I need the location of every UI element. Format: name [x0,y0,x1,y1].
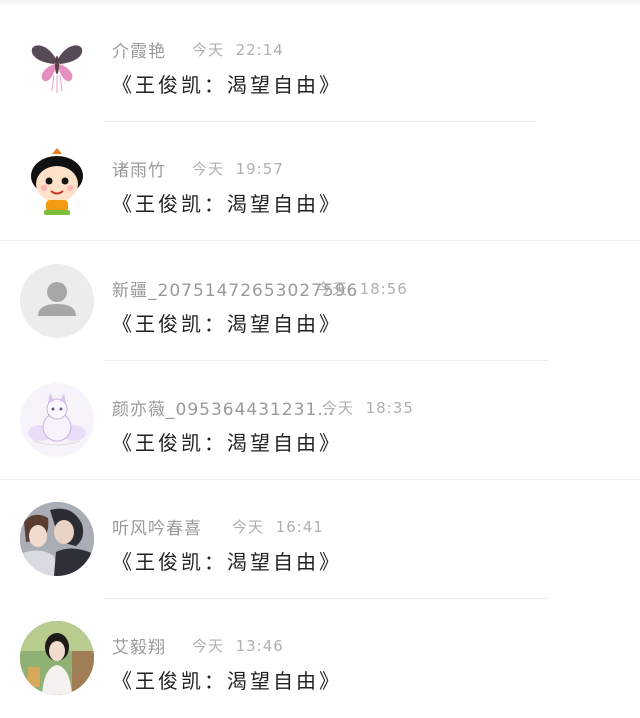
username[interactable]: 听风吟春喜 [112,514,202,539]
comment-text: 《王俊凯：渴望自由》 [112,312,342,336]
username[interactable]: 艾毅翔 [112,633,166,658]
photo-girl-avatar-icon[interactable] [20,621,94,695]
username[interactable]: 介霞艳 [112,37,166,62]
anime-couple-avatar-icon[interactable] [20,502,94,576]
time-label: 16:41 [275,518,324,536]
comment-text: 《王俊凯：渴望自由》 [112,431,342,455]
comment-item[interactable]: 新疆_20751472653027596 今天 18:56 《王俊凯：渴望自由》 [0,242,640,361]
date-label: 今天 [192,41,225,59]
comment-item[interactable]: 诸雨竹 今天 19:57 《王俊凯：渴望自由》 [0,122,640,241]
date-label: 今天 [192,637,225,655]
comment-item[interactable]: 听风吟春喜 今天 16:41 《王俊凯：渴望自由》 [0,480,640,599]
comment-item[interactable]: 颜亦薇_095364431231… 今天 18:35 《王俊凯：渴望自由》 [0,361,640,480]
comment-list: 介霞艳 今天 22:14 《王俊凯：渴望自由》 诸雨竹 今天 19:57 《王俊… [0,0,640,718]
username[interactable]: 颜亦薇_095364431231… [112,395,335,420]
date-label: 今天 [316,280,349,298]
comment-text: 《王俊凯：渴望自由》 [112,669,342,693]
timestamp: 今天 22:14 [192,39,284,60]
timestamp: 今天 16:41 [232,516,324,537]
cartoon-kid-avatar-icon[interactable] [20,144,94,218]
time-label: 18:56 [359,280,408,298]
comment-text: 《王俊凯：渴望自由》 [112,550,342,574]
date-label: 今天 [322,399,355,417]
timestamp: 今天 18:35 [322,397,414,418]
username[interactable]: 诸雨竹 [112,156,166,181]
timestamp: 今天 18:56 [316,278,408,299]
fox-avatar-icon[interactable] [20,383,94,457]
time-label: 13:46 [235,637,284,655]
time-label: 18:35 [365,399,414,417]
date-label: 今天 [192,160,225,178]
default-user-avatar-icon[interactable] [20,264,94,338]
time-label: 19:57 [235,160,284,178]
timestamp: 今天 19:57 [192,158,284,179]
time-label: 22:14 [235,41,284,59]
date-label: 今天 [232,518,265,536]
butterfly-avatar-icon[interactable] [20,25,94,99]
comment-text: 《王俊凯：渴望自由》 [112,192,342,216]
comment-item[interactable]: 介霞艳 今天 22:14 《王俊凯：渴望自由》 [0,3,640,122]
comment-item[interactable]: 艾毅翔 今天 13:46 《王俊凯：渴望自由》 [0,599,640,718]
timestamp: 今天 13:46 [192,635,284,656]
row-divider [0,240,640,241]
comment-text: 《王俊凯：渴望自由》 [112,73,342,97]
